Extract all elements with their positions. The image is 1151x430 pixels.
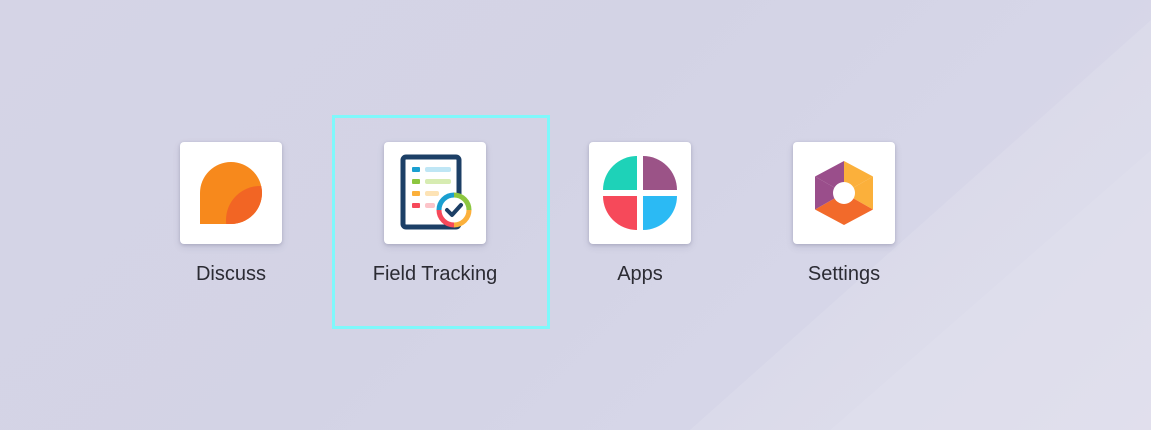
app-apps[interactable]: Apps: [540, 142, 740, 302]
discuss-bubble-icon: [200, 162, 262, 224]
app-grid: Discuss Field Tracking Apps Settings: [0, 0, 1151, 430]
app-label-settings: Settings: [807, 263, 881, 285]
settings-hexagon-icon: [815, 161, 873, 225]
app-settings[interactable]: Settings: [744, 142, 944, 302]
field-tracking-icon-tile[interactable]: [384, 142, 486, 244]
discuss-icon-tile[interactable]: [180, 142, 282, 244]
apps-icon-tile[interactable]: [589, 142, 691, 244]
app-field-tracking[interactable]: Field Tracking: [335, 142, 535, 302]
settings-icon-tile[interactable]: [793, 142, 895, 244]
field-tracking-checklist-icon: [400, 154, 472, 230]
app-label-discuss: Discuss: [195, 263, 266, 285]
apps-quadrant-icon: [603, 156, 677, 230]
app-label-field-tracking: Field Tracking: [372, 263, 498, 285]
app-discuss[interactable]: Discuss: [131, 142, 331, 302]
app-label-apps: Apps: [617, 263, 663, 285]
